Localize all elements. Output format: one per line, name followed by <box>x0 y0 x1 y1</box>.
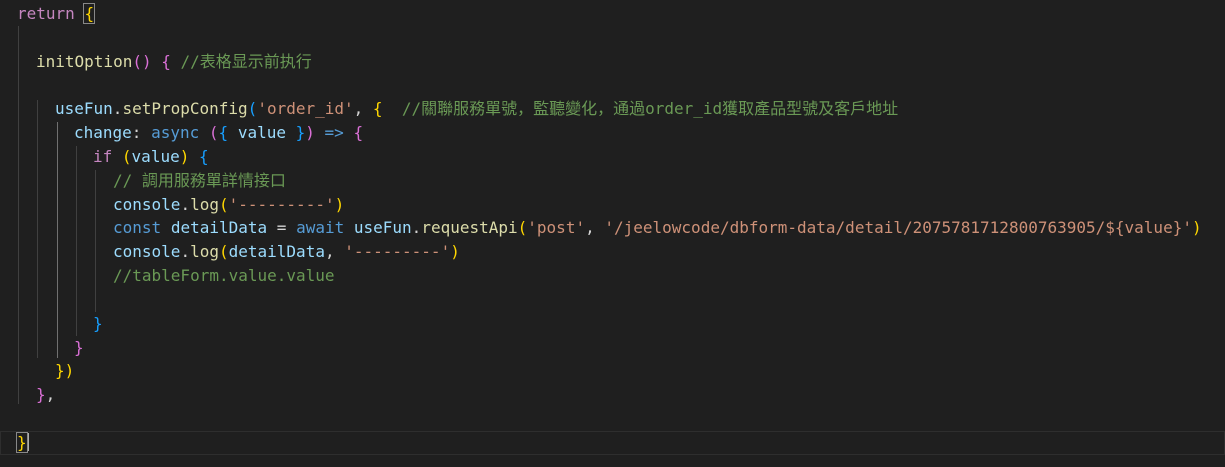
brace-close: } <box>16 432 28 453</box>
code-line[interactable]: } <box>0 336 1225 360</box>
method-name: setPropConfig <box>122 99 248 118</box>
text-cursor <box>26 433 29 451</box>
code-line[interactable]: change: async ({ value }) => { <box>0 121 1225 145</box>
code-line[interactable]: }) <box>0 359 1225 383</box>
property-key: change <box>74 123 132 142</box>
code-line[interactable]: useFun.setPropConfig('order_id', { //關聯服… <box>0 97 1225 121</box>
object-name: console <box>113 242 181 261</box>
code-editor[interactable]: return { initOption() { //表格显示前执行 useFun… <box>0 0 1225 467</box>
brace-open: { <box>161 52 171 71</box>
brace-open: { <box>372 99 383 118</box>
code-line[interactable]: //tableForm.value.value <box>0 264 1225 288</box>
brace-close: } <box>74 338 84 357</box>
brace-open: { <box>83 3 96 24</box>
variable-name: detailData <box>170 218 268 237</box>
function-name: initOption <box>36 52 133 71</box>
object-name: console <box>113 195 181 214</box>
string-literal: 'post' <box>527 218 586 237</box>
object-name: useFun <box>55 99 113 118</box>
method-name: requestApi <box>421 218 518 237</box>
string-literal: '---------' <box>228 195 335 214</box>
code-line[interactable]: console.log(detailData, '---------') <box>0 240 1225 264</box>
string-literal: '---------' <box>344 242 451 261</box>
variable-name: detailData <box>228 242 325 261</box>
brace-close: }) <box>55 361 75 380</box>
comment: //tableForm.value.value <box>113 266 335 285</box>
comment: // 調用服務單詳情接口 <box>113 171 286 190</box>
keyword-if: if <box>93 147 113 166</box>
code-line[interactable]: // 調用服務單詳情接口 <box>0 169 1225 193</box>
brace-close: } <box>36 385 46 404</box>
method-name: log <box>190 242 219 261</box>
param-name: value <box>237 123 286 142</box>
brace-open: { <box>353 123 364 142</box>
code-line[interactable]: if (value) { <box>0 145 1225 169</box>
code-line[interactable]: initOption() { //表格显示前执行 <box>0 50 1225 74</box>
paren: ( <box>247 99 258 118</box>
code-line[interactable]: console.log('---------') <box>0 193 1225 217</box>
code-line[interactable]: } <box>0 312 1225 336</box>
arrow: => <box>324 123 344 142</box>
string-literal: '/jeelowcode/dbform-data/detail/20757817… <box>604 218 1192 237</box>
condition: value <box>131 147 180 166</box>
comment: //表格显示前执行 <box>180 52 312 71</box>
code-line[interactable]: const detailData = await useFun.requestA… <box>0 216 1225 240</box>
keyword-await: await <box>296 218 345 237</box>
keyword-const: const <box>113 218 162 237</box>
object-name: useFun <box>353 218 412 237</box>
code-line[interactable]: return { <box>0 2 1225 26</box>
keyword-async: async <box>151 123 200 142</box>
brace-close: } <box>93 314 103 333</box>
parens: () <box>132 52 152 71</box>
comment: //關聯服務單號，監聽變化，通過order_id獲取產品型號及客戶地址 <box>401 99 899 118</box>
keyword-return: return <box>17 4 75 23</box>
code-line[interactable]: }, <box>0 383 1225 407</box>
brace-open: { <box>199 147 209 166</box>
method-name: log <box>190 195 219 214</box>
string-literal: 'order_id' <box>257 99 354 118</box>
current-line[interactable]: } <box>0 431 1225 455</box>
